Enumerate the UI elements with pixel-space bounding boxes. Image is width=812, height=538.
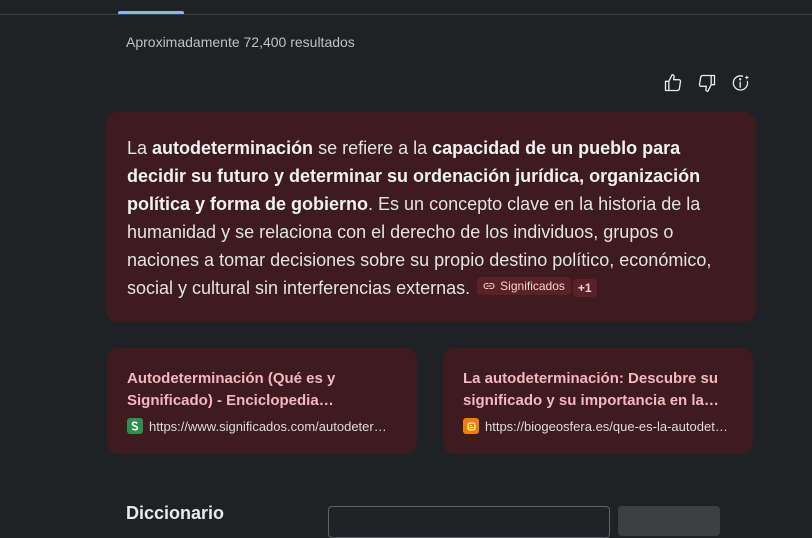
info-button[interactable] [730,71,752,95]
source-chip[interactable]: Significados [477,277,571,295]
source-url: https://www.significados.com/autodetermi… [149,418,397,434]
source-url-row: https://biogeosfera.es/que-es-la-autodet… [463,418,733,434]
thumbs-down-button[interactable] [696,71,718,95]
answer-text-part: se refiere a la [313,138,433,158]
thumbs-down-icon [698,74,716,93]
source-card[interactable]: La autodeterminación: Descubre su signif… [443,348,753,454]
source-card[interactable]: Autodeterminación (Qué es y Significado)… [107,348,417,454]
source-chip-label: Significados [500,279,565,293]
dictionary-search-input[interactable] [328,506,610,538]
source-title[interactable]: La autodeterminación: Descubre su signif… [463,368,733,412]
source-url-row: https://www.significados.com/autodetermi… [127,418,397,434]
more-sources-chip[interactable]: +1 [572,279,597,297]
thumbs-up-icon [664,74,682,92]
info-sparkle-icon [732,75,750,91]
significados-icon [127,418,143,434]
answer-text: La autodeterminación se refiere a la cap… [127,134,736,302]
result-stats: Aproximadamente 72,400 resultados [126,34,355,50]
dictionary-button[interactable] [618,506,720,536]
answer-highlight: autodeterminación [152,138,314,158]
ai-answer-card: La autodeterminación se refiere a la cap… [106,112,756,322]
top-divider [0,14,812,15]
link-icon [483,282,495,290]
source-url: https://biogeosfera.es/que-es-la-autodet… [485,418,733,434]
answer-text-part: La [127,138,153,158]
source-title[interactable]: Autodeterminación (Qué es y Significado)… [127,368,397,412]
blogger-icon [463,418,479,434]
thumbs-up-button[interactable] [662,71,684,95]
active-tab-indicator [118,11,184,14]
feedback-toolbar [662,71,752,95]
